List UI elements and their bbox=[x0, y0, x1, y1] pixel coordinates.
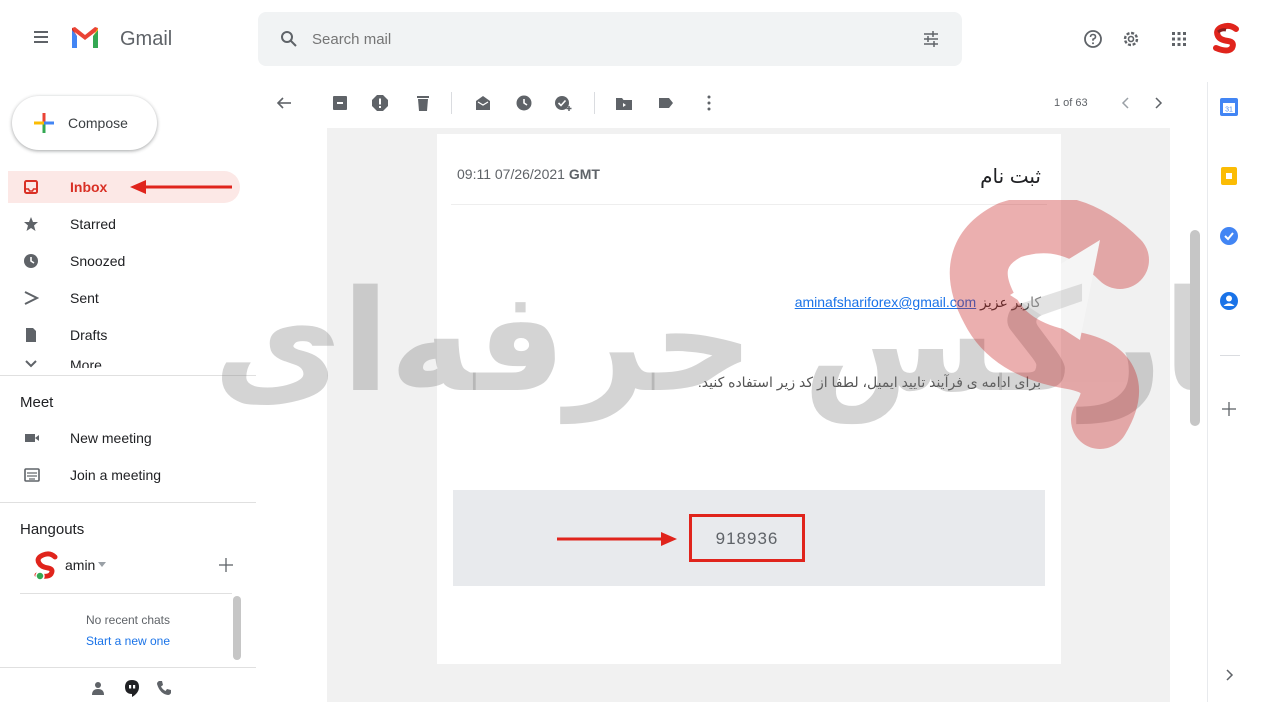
delete-icon[interactable] bbox=[414, 94, 432, 112]
side-panel-separator bbox=[1220, 355, 1240, 356]
video-camera-icon bbox=[25, 434, 39, 442]
chevron-left-icon[interactable] bbox=[1120, 96, 1132, 110]
toolbar-separator bbox=[594, 92, 595, 114]
star-icon bbox=[24, 217, 38, 231]
new-meeting-button[interactable]: New meeting bbox=[8, 422, 240, 454]
hangouts-scrollbar[interactable] bbox=[233, 596, 241, 660]
message-subject: ثبت نام bbox=[980, 166, 1041, 188]
sidebar-item-label: More bbox=[70, 357, 102, 368]
start-new-chat-link[interactable]: Start a new one bbox=[0, 634, 256, 648]
join-meeting-label: Join a meeting bbox=[70, 467, 162, 483]
main-menu-icon[interactable] bbox=[34, 31, 48, 43]
hangouts-divider bbox=[20, 593, 232, 594]
hangouts-section-title: Hangouts bbox=[20, 521, 85, 538]
meet-section-title: Meet bbox=[20, 394, 54, 411]
verification-code-box: 918936 bbox=[453, 490, 1045, 586]
message-body-text: برای ادامه ی فرآیند تایید ایمیل، لطفا از… bbox=[697, 374, 1041, 390]
new-meeting-label: New meeting bbox=[70, 430, 152, 446]
calendar-icon[interactable]: 31 bbox=[1218, 96, 1240, 118]
archive-icon[interactable] bbox=[331, 94, 349, 112]
message-scrollbar[interactable] bbox=[1190, 230, 1200, 426]
send-icon bbox=[24, 291, 39, 305]
app-name[interactable]: Gmail bbox=[120, 28, 172, 51]
keep-icon[interactable] bbox=[1218, 165, 1240, 187]
compose-label: Compose bbox=[68, 115, 128, 131]
message-divider bbox=[451, 204, 1047, 205]
sidebar-item-label: Sent bbox=[70, 290, 99, 306]
sidebar-item-label: Drafts bbox=[70, 327, 108, 343]
sidebar-item-more[interactable]: More bbox=[8, 354, 240, 368]
code-highlight-frame: 918936 bbox=[689, 514, 805, 562]
phone-icon[interactable] bbox=[156, 680, 172, 696]
svg-text:31: 31 bbox=[1225, 107, 1233, 114]
clock-icon bbox=[24, 254, 38, 268]
sidebar-item-drafts[interactable]: Drafts bbox=[8, 319, 240, 351]
settings-gear-icon[interactable] bbox=[1120, 28, 1142, 50]
sidebar-item-sent[interactable]: Sent bbox=[8, 282, 240, 314]
hangouts-user-name[interactable]: amin bbox=[65, 557, 95, 573]
no-recent-chats-text: No recent chats bbox=[85, 613, 171, 627]
more-options-icon[interactable] bbox=[700, 94, 718, 112]
help-icon[interactable] bbox=[1082, 28, 1104, 50]
hangouts-user-avatar[interactable] bbox=[32, 551, 60, 581]
mark-unread-icon[interactable] bbox=[474, 94, 492, 112]
top-bar: Gmail bbox=[0, 0, 1262, 82]
snooze-clock-icon[interactable] bbox=[515, 94, 533, 112]
draft-file-icon bbox=[26, 328, 36, 342]
toolbar-separator bbox=[451, 92, 452, 114]
sidebar-divider bbox=[0, 667, 256, 668]
gmail-logo-icon[interactable] bbox=[70, 26, 100, 50]
keyboard-icon bbox=[24, 468, 40, 482]
account-avatar[interactable] bbox=[1210, 22, 1242, 54]
verification-code: 918936 bbox=[715, 529, 779, 548]
plus-icon bbox=[34, 113, 54, 133]
inbox-icon bbox=[24, 180, 38, 194]
search-input[interactable] bbox=[312, 28, 872, 50]
compose-button[interactable]: Compose bbox=[12, 96, 157, 150]
annotation-arrow-inbox bbox=[130, 180, 232, 194]
message-greeting: کاربر عزیز aminafshariforex@gmail.com bbox=[794, 294, 1041, 310]
side-panel-divider bbox=[1207, 82, 1208, 702]
message-card: 09:11 07/26/2021 GMT ثبت نام کاربر عزیز … bbox=[437, 134, 1061, 664]
sidebar-divider bbox=[0, 502, 256, 503]
sidebar-item-snoozed[interactable]: Snoozed bbox=[8, 245, 240, 277]
contacts-icon[interactable] bbox=[90, 680, 106, 696]
chevron-down-icon bbox=[25, 360, 37, 368]
sidebar-item-label: Inbox bbox=[70, 179, 108, 195]
recipient-email-link[interactable]: aminafshariforex@gmail.com bbox=[795, 294, 977, 310]
annotation-arrow-code bbox=[557, 532, 677, 546]
report-spam-icon[interactable] bbox=[371, 94, 389, 112]
expand-panel-chevron-icon[interactable] bbox=[1218, 664, 1240, 686]
add-chat-icon[interactable] bbox=[218, 557, 234, 573]
get-addons-plus-icon[interactable] bbox=[1218, 398, 1240, 420]
search-icon[interactable] bbox=[280, 30, 298, 48]
label-icon[interactable] bbox=[657, 94, 675, 112]
sidebar-divider bbox=[0, 375, 256, 376]
message-date: 09:11 07/26/2021 GMT bbox=[457, 166, 600, 182]
sidebar-item-starred[interactable]: Starred bbox=[8, 208, 240, 240]
apps-grid-icon[interactable] bbox=[1168, 28, 1190, 50]
caret-down-icon[interactable] bbox=[98, 562, 106, 568]
search-options-icon[interactable] bbox=[922, 30, 940, 48]
pagination-text: 1 of 63 bbox=[1054, 97, 1088, 109]
sidebar-item-label: Starred bbox=[70, 216, 116, 232]
tasks-icon[interactable] bbox=[1218, 225, 1240, 247]
chevron-right-icon[interactable] bbox=[1152, 96, 1164, 110]
back-arrow-icon[interactable] bbox=[275, 94, 293, 112]
move-to-folder-icon[interactable] bbox=[615, 94, 633, 112]
contacts-app-icon[interactable] bbox=[1218, 290, 1240, 312]
hangouts-chat-icon[interactable] bbox=[122, 678, 142, 698]
search-bar[interactable] bbox=[258, 12, 962, 66]
add-to-tasks-icon[interactable] bbox=[554, 94, 572, 112]
sidebar-item-label: Snoozed bbox=[70, 253, 126, 269]
join-meeting-button[interactable]: Join a meeting bbox=[8, 459, 240, 491]
